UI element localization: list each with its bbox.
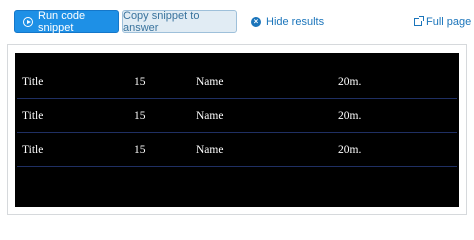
table-row: Title 15 Name 20m. xyxy=(15,133,459,167)
table-cell-number: 15 xyxy=(134,76,146,88)
full-page-link[interactable]: Full page xyxy=(414,15,471,29)
close-circle-icon: × xyxy=(251,17,261,27)
result-frame: Title 15 Name 20m. Title 15 Name 20m. Ti… xyxy=(7,44,467,215)
hide-results-link[interactable]: × Hide results xyxy=(251,15,324,29)
table-cell-title: Title xyxy=(22,110,44,122)
table-cell-name: Name xyxy=(196,144,224,156)
table-cell-duration: 20m. xyxy=(338,110,362,122)
table-cell-name: Name xyxy=(196,76,224,88)
copy-snippet-button[interactable]: Copy snippet to answer xyxy=(122,9,237,34)
result-output: Title 15 Name 20m. Title 15 Name 20m. Ti… xyxy=(15,53,459,207)
table-row: Title 15 Name 20m. xyxy=(15,99,459,133)
table-cell-number: 15 xyxy=(134,110,146,122)
table-cell-title: Title xyxy=(22,144,44,156)
full-page-label: Full page xyxy=(426,16,472,28)
table-cell-duration: 20m. xyxy=(338,144,362,156)
row-divider xyxy=(17,166,457,167)
table-cell-number: 15 xyxy=(134,144,146,156)
table-cell-duration: 20m. xyxy=(338,76,362,88)
external-link-icon xyxy=(414,16,424,26)
table-cell-title: Title xyxy=(22,76,44,88)
run-button-label: Run code snippet xyxy=(38,9,86,34)
table-row: Title 15 Name 20m. xyxy=(15,65,459,99)
run-code-snippet-button[interactable]: Run code snippet xyxy=(14,9,119,34)
hide-results-label: Hide results xyxy=(266,16,325,28)
snippet-toolbar: Run code snippet Copy snippet to answer … xyxy=(0,0,474,44)
copy-button-label: Copy snippet to answer xyxy=(123,9,200,34)
play-circle-icon xyxy=(23,16,33,27)
table-cell-name: Name xyxy=(196,110,224,122)
